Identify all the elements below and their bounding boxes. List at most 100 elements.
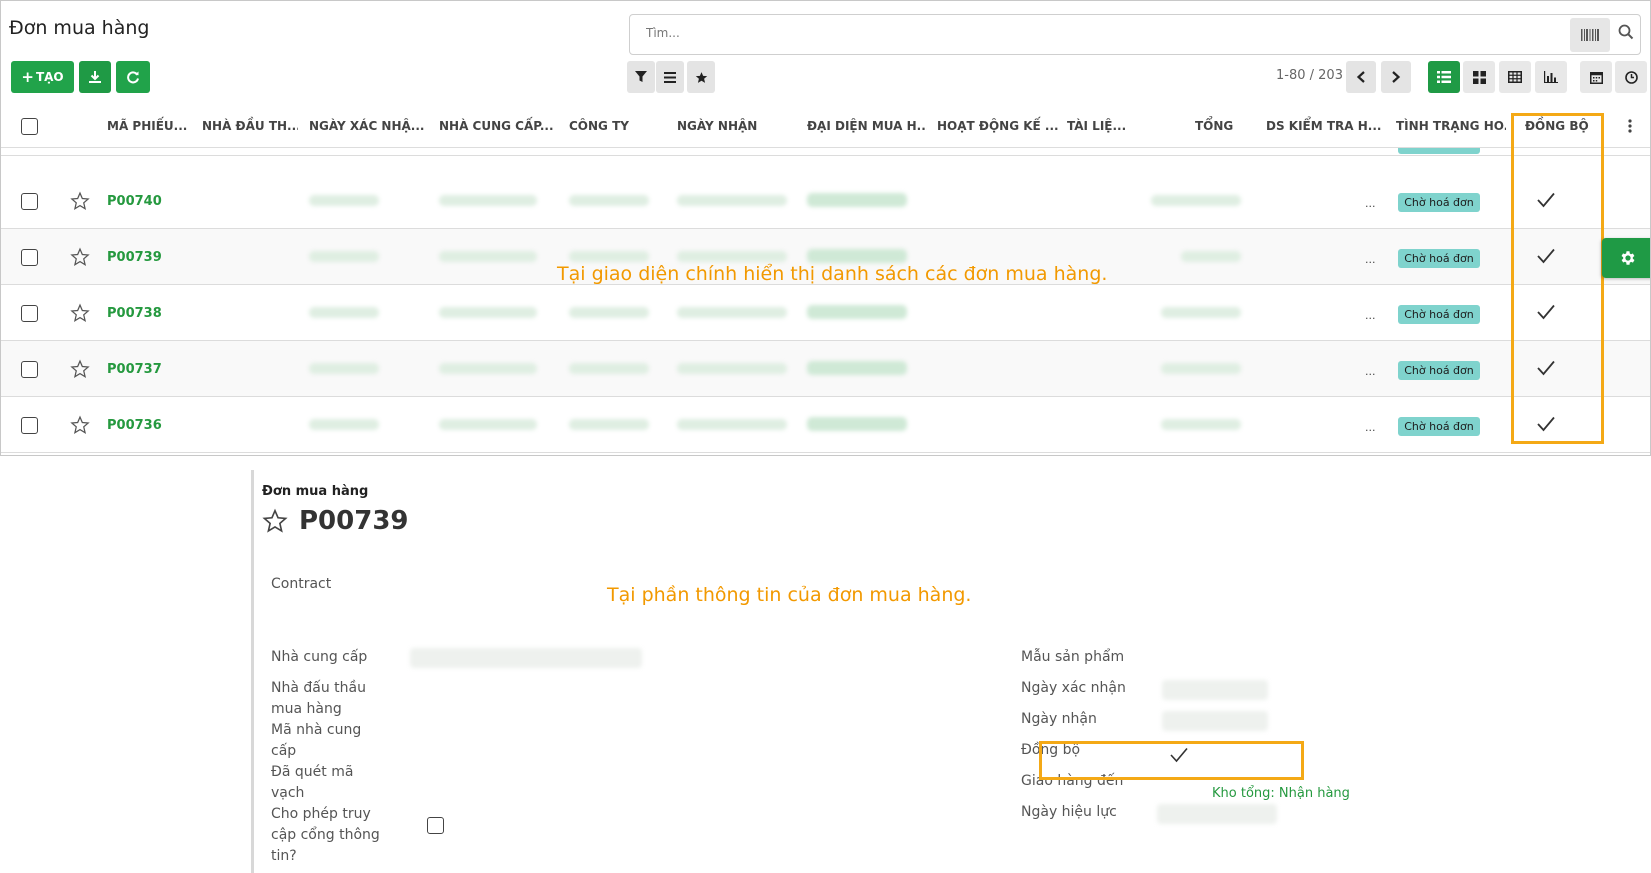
- blurred-value: [309, 195, 379, 206]
- row-checkbox[interactable]: [21, 192, 38, 210]
- gear-icon: [1621, 251, 1635, 265]
- column-header-company[interactable]: CÔNG TY: [569, 104, 669, 148]
- column-header-check-list[interactable]: DS KIỂM TRA H...: [1266, 104, 1390, 148]
- search-box[interactable]: [629, 14, 1641, 55]
- row-star-icon[interactable]: [70, 397, 90, 453]
- status-badge: Chờ hoá đơn: [1398, 193, 1480, 212]
- column-header-supplier[interactable]: NHÀ CUNG CẤP...: [439, 104, 557, 148]
- row-checkbox-cell[interactable]: [21, 229, 38, 285]
- row-checkbox-cell[interactable]: [21, 341, 38, 397]
- favorite-star-icon[interactable]: [262, 508, 288, 538]
- list-view-button[interactable]: [1428, 61, 1460, 93]
- row-code[interactable]: P00737: [107, 341, 162, 397]
- label-line: Nhà đấu thầu: [271, 680, 366, 696]
- blurred-value: [309, 251, 379, 262]
- column-header-documents[interactable]: TÀI LIỆ...: [1067, 104, 1157, 148]
- check-list-value: ...: [1365, 197, 1376, 210]
- row-star-icon[interactable]: [70, 173, 90, 229]
- barcode-icon: [1581, 29, 1599, 41]
- optional-columns-button[interactable]: [1623, 104, 1637, 148]
- group-by-button[interactable]: [656, 61, 684, 93]
- row-checkbox[interactable]: [21, 248, 38, 266]
- pager-next-button[interactable]: [1381, 61, 1411, 93]
- label-line: cấp: [271, 743, 297, 759]
- column-header-total[interactable]: TỔNG: [1195, 104, 1235, 148]
- row-star-icon[interactable]: [70, 229, 90, 285]
- blurred-value: [1161, 363, 1241, 374]
- column-header-confirm-date[interactable]: NGÀY XÁC NHẬ...: [309, 104, 433, 148]
- row-code[interactable]: P00738: [107, 285, 162, 341]
- row-checkbox[interactable]: [21, 416, 38, 434]
- pager-previous-button[interactable]: [1346, 61, 1376, 93]
- check-list-value: ...: [1365, 365, 1376, 378]
- blurred-value: [807, 305, 907, 319]
- favorites-button[interactable]: [687, 61, 715, 93]
- blurred-value: [1161, 419, 1241, 430]
- row-checkbox-cell[interactable]: [21, 173, 38, 229]
- pivot-view-button[interactable]: [1499, 61, 1531, 93]
- receive-date-field[interactable]: [1162, 711, 1268, 731]
- barcode-button[interactable]: [1570, 18, 1610, 52]
- row-checkbox[interactable]: [21, 304, 38, 322]
- status-badge: Chờ hoá đơn: [1398, 417, 1480, 436]
- blurred-value: [439, 419, 537, 430]
- column-header-purchase-rep[interactable]: ĐẠI DIỆN MUA H...: [807, 104, 927, 148]
- select-all-checkbox-cell[interactable]: [21, 104, 41, 148]
- activity-view-button[interactable]: [1615, 61, 1647, 93]
- column-header-activity[interactable]: HOẠT ĐỘNG KẾ ...: [937, 104, 1059, 148]
- calendar-view-button[interactable]: [1580, 61, 1612, 93]
- blurred-value: [1161, 307, 1241, 318]
- blurred-value: [1181, 251, 1241, 262]
- supplier-field[interactable]: [410, 648, 642, 668]
- label-line: tin?: [271, 848, 297, 864]
- row-checkbox-cell[interactable]: [21, 285, 38, 341]
- export-button[interactable]: [79, 61, 111, 93]
- search-icon[interactable]: [1618, 24, 1634, 44]
- table-row[interactable]: P00738 ... Chờ hoá đơn: [1, 285, 1650, 341]
- plus-icon: +: [21, 68, 34, 86]
- kanban-view-button[interactable]: [1463, 61, 1495, 93]
- deliver-to-link[interactable]: Kho tổng: Nhận hàng: [1212, 786, 1350, 801]
- filter-button[interactable]: [627, 61, 655, 93]
- row-code[interactable]: P00740: [107, 173, 162, 229]
- list-view-icon: [1437, 71, 1451, 83]
- contract-label: Contract: [271, 576, 332, 592]
- clock-icon: [1624, 70, 1638, 84]
- column-header-receive-date[interactable]: NGÀY NHẬN: [677, 104, 787, 148]
- breadcrumb[interactable]: Đơn mua hàng: [262, 484, 368, 499]
- create-button[interactable]: + TẠO: [11, 61, 74, 93]
- check-list-value: ...: [1365, 309, 1376, 322]
- row-checkbox[interactable]: [21, 360, 38, 378]
- select-all-checkbox[interactable]: [21, 117, 38, 135]
- settings-button[interactable]: [1602, 238, 1650, 278]
- blurred-value: [569, 419, 649, 430]
- confirm-date-field[interactable]: [1162, 680, 1268, 700]
- row-star-icon[interactable]: [70, 285, 90, 341]
- sync-field-highlight: [1039, 741, 1304, 780]
- column-header-invoice-status[interactable]: TÌNH TRẠNG HO...: [1396, 104, 1506, 148]
- label-line: Đã quét mã: [271, 764, 354, 780]
- row-star-icon[interactable]: [70, 341, 90, 397]
- refresh-button[interactable]: [116, 61, 150, 93]
- column-header-code[interactable]: MÃ PHIẾU...: [107, 104, 199, 148]
- row-checkbox-cell[interactable]: [21, 397, 38, 453]
- status-badge: [1398, 148, 1480, 154]
- row-code[interactable]: P00739: [107, 229, 162, 285]
- column-header-bidder[interactable]: NHÀ ĐẦU TH...: [202, 104, 298, 148]
- blurred-value: [439, 307, 537, 318]
- portal-access-checkbox[interactable]: [427, 817, 444, 834]
- table-row[interactable]: P00737 ... Chờ hoá đơn: [1, 341, 1650, 397]
- row-code[interactable]: P00736: [107, 397, 162, 453]
- search-input[interactable]: [646, 26, 1526, 40]
- download-icon: [89, 71, 101, 83]
- effective-date-field[interactable]: [1157, 804, 1277, 824]
- blurred-value: [807, 361, 907, 375]
- table-row[interactable]: P00736 ... Chờ hoá đơn: [1, 397, 1650, 453]
- table-row[interactable]: P00740 ... Chờ hoá đơn: [1, 173, 1650, 229]
- table-header: MÃ PHIẾU... NHÀ ĐẦU TH... NGÀY XÁC NHẬ..…: [1, 104, 1650, 148]
- chevron-right-icon: [1392, 71, 1401, 83]
- label-line: mua hàng: [271, 701, 342, 717]
- graph-view-button[interactable]: [1535, 61, 1567, 93]
- blurred-value: [807, 193, 907, 207]
- blurred-value: [439, 363, 537, 374]
